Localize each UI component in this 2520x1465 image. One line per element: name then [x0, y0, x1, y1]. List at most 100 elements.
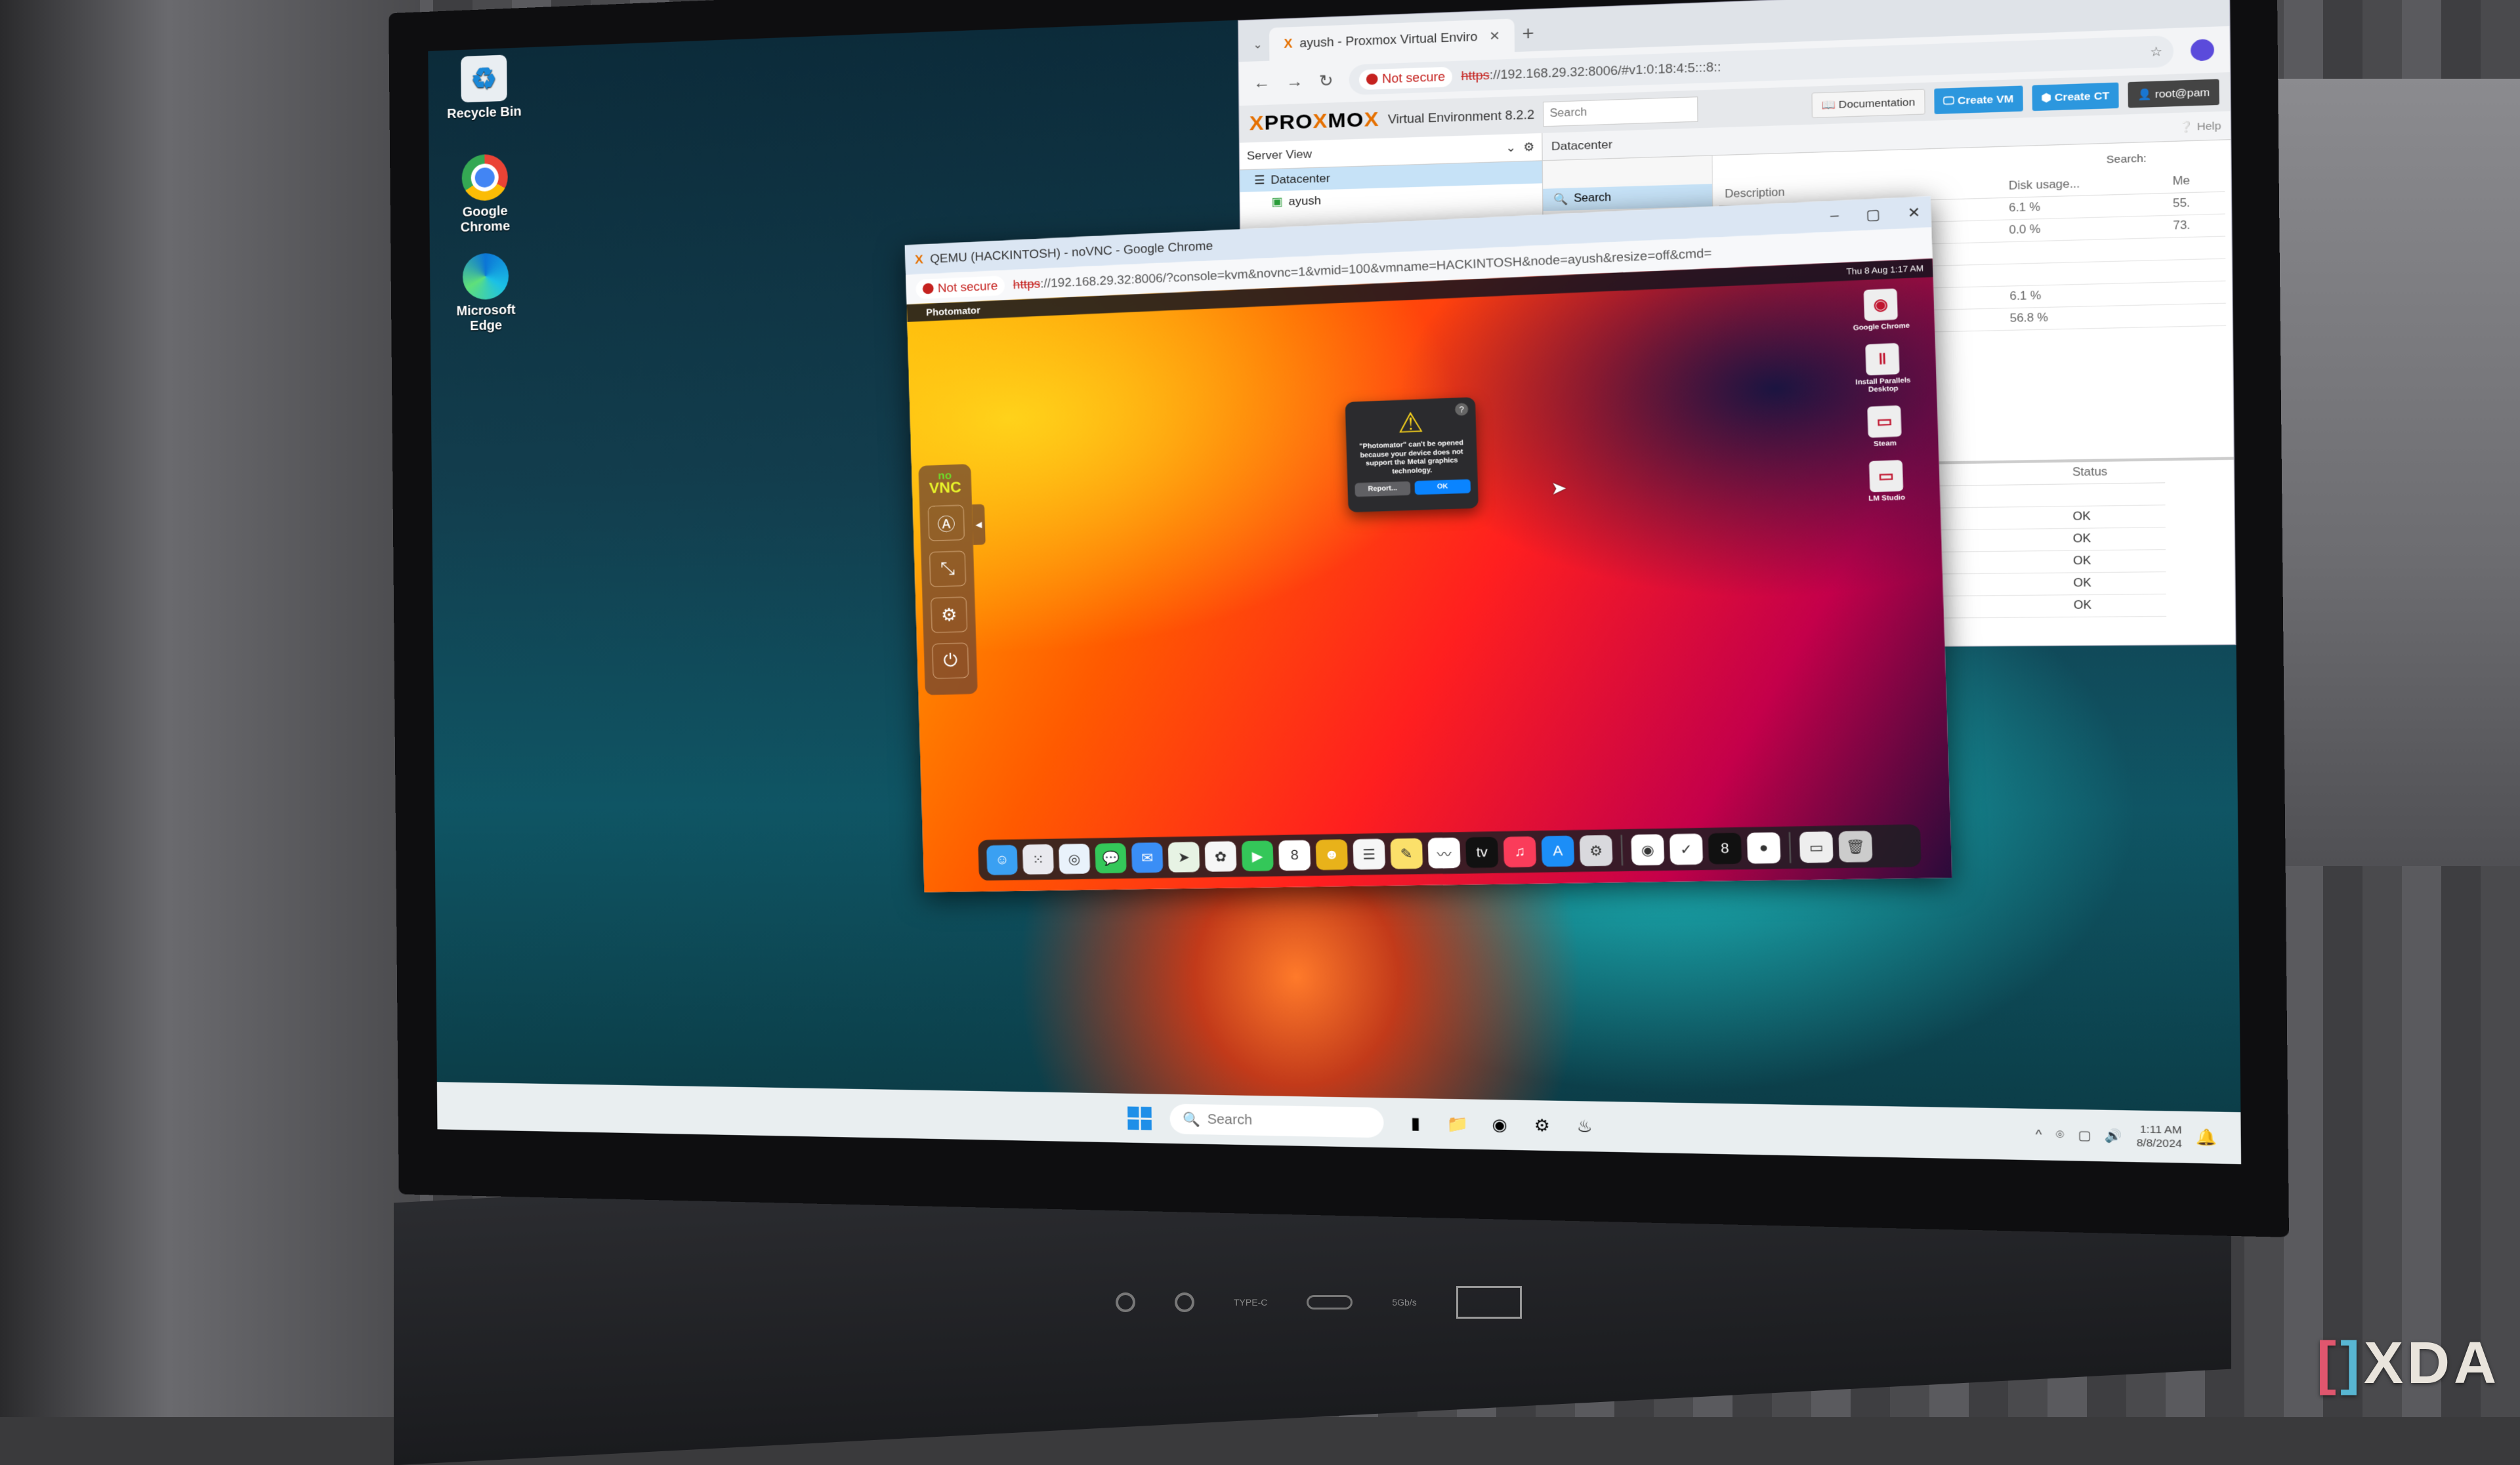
taskbar-file-explorer-icon[interactable]: 📁 [1444, 1111, 1471, 1137]
novnc-browser-window: X QEMU (HACKINTOSH) - noVNC - Google Chr… [905, 196, 1952, 892]
volume-icon[interactable]: 🔊 [2105, 1128, 2123, 1144]
taskbar-task-view-icon[interactable]: ▮ [1402, 1111, 1429, 1136]
show-hidden-icons-button[interactable]: ^ [2035, 1127, 2042, 1142]
mac-desktop-item[interactable]: ▭LM Studio [1848, 459, 1925, 504]
user-icon: 👤 [2137, 88, 2155, 102]
dock-system-settings-icon[interactable]: ⚙ [1580, 835, 1613, 867]
ok-button[interactable]: OK [1414, 479, 1471, 495]
back-icon[interactable]: ← [1253, 73, 1270, 93]
profile-avatar[interactable] [2191, 39, 2214, 61]
url-text: https://192.168.29.32:8006/#v1:0:18:4:5:… [1461, 60, 1721, 83]
tab-title: ayush - Proxmox Virtual Enviro [1299, 30, 1477, 51]
security-chip[interactable]: Not secure [915, 276, 1005, 299]
forward-icon[interactable]: → [1286, 72, 1303, 92]
usb-a-label: 5Gb/s [1392, 1297, 1416, 1308]
not-secure-icon [923, 283, 934, 294]
close-button[interactable]: ✕ [1907, 203, 1920, 222]
gear-icon[interactable]: ⚙ [1523, 140, 1534, 154]
mac-desktop-item[interactable]: ◉Google Chrome [1842, 287, 1919, 333]
maximize-button[interactable]: ▢ [1866, 205, 1881, 224]
taskbar-search[interactable]: 🔍 Search [1169, 1104, 1383, 1138]
bookmark-star-icon[interactable]: ☆ [2150, 44, 2162, 60]
help-button[interactable]: ❔ Help [2179, 119, 2221, 133]
dock-calendar-icon[interactable]: 8 [1278, 840, 1311, 871]
dock-downloads-icon[interactable]: ▭ [1799, 831, 1834, 863]
minimize-button[interactable]: – [1830, 207, 1839, 226]
taskbar-steam-icon[interactable]: ♨ [1571, 1113, 1598, 1139]
taskbar-settings-icon[interactable]: ⚙ [1528, 1113, 1555, 1138]
dock-messages-icon[interactable]: 💬 [1095, 843, 1126, 873]
close-tab-icon[interactable]: ✕ [1489, 28, 1500, 43]
xda-watermark: []XDA [2317, 1330, 2500, 1397]
dock-tasks-icon[interactable]: ✓ [1670, 833, 1703, 865]
power-icon: ⏻ [943, 650, 958, 672]
pve-search-input[interactable] [1543, 96, 1698, 127]
dock-notes-icon[interactable]: ✎ [1390, 838, 1423, 869]
vm-console-canvas[interactable]: Photomator Thu 8 Aug 1:17 AM noVNC Ⓐ ⤡ ⚙… [907, 258, 1952, 892]
dock-finder-icon[interactable]: ☺ [986, 845, 1018, 875]
fullscreen-button[interactable]: ⤡ [929, 551, 966, 587]
dock-facetime-icon[interactable]: ▶ [1242, 840, 1274, 871]
new-tab-button[interactable]: + [1522, 22, 1534, 52]
display-icon[interactable]: ▢ [2078, 1128, 2091, 1143]
mac-desktop-item[interactable]: ▭Steam [1846, 405, 1923, 449]
url-rest: ://192.168.29.32:8006/#v1:0:18:4:5:::8:: [1490, 60, 1721, 82]
dock-contacts-icon[interactable]: ☻ [1316, 839, 1348, 870]
power-button[interactable]: ⏻ [932, 643, 969, 679]
dock-apple-tv-icon[interactable]: tv [1465, 837, 1498, 868]
desktop-icon-edge[interactable]: Microsoft Edge [443, 252, 529, 335]
cell-mem [2168, 303, 2226, 327]
report-button[interactable]: Report... [1354, 482, 1410, 497]
network-icon[interactable]: ⌾ [2056, 1127, 2065, 1142]
view-selector-value: Server View [1247, 141, 1498, 163]
create-ct-button[interactable]: ⬢ Create CT [2032, 83, 2118, 112]
caret-left-icon: ◀ [975, 520, 982, 529]
system-tray: ^ ⌾ ▢ 🔊 1:11 AM 8/8/2024 🔔 [2035, 1121, 2217, 1152]
notification-bell-icon[interactable]: 🔔 [2196, 1128, 2217, 1147]
monitor: ♻ Recycle Bin Google Chrome Microsoft Ed… [388, 0, 2289, 1237]
dock-app-store-icon[interactable]: A [1542, 836, 1575, 867]
cell-mem [2168, 281, 2226, 304]
tab-search-button[interactable]: ⌄ [1253, 37, 1263, 61]
dock-freeform-icon[interactable]: 〰 [1428, 838, 1461, 869]
column-header[interactable]: Status [2066, 461, 2165, 484]
nav-item-search[interactable]: 🔍 Search [1543, 184, 1712, 211]
mac-desktop-item-label: Steam [1847, 439, 1923, 449]
control-bar-handle[interactable]: ◀ [972, 504, 986, 545]
dock-calendar-2-icon[interactable]: 8 [1708, 833, 1742, 865]
monitor-io-ports: TYPE-C 5Gb/s [1116, 1286, 1522, 1319]
column-header[interactable]: Me [2166, 170, 2225, 194]
desktop-icon-chrome[interactable]: Google Chrome [442, 153, 528, 236]
dock-reminders-icon[interactable]: ☰ [1353, 838, 1385, 869]
create-vm-button[interactable]: 🖵 Create VM [1934, 86, 2023, 115]
extra-keys-button[interactable]: Ⓐ [928, 505, 965, 541]
active-app-name[interactable]: Photomator [926, 304, 980, 318]
desktop-icon-recycle-bin[interactable]: ♻ Recycle Bin [441, 54, 527, 122]
dock-mail-icon[interactable]: ✉ [1131, 842, 1164, 873]
dock-maps-icon[interactable]: ➤ [1168, 842, 1200, 873]
dock-safari-icon[interactable]: ◎ [1059, 844, 1090, 874]
drive-icon: ‖ [1865, 343, 1899, 375]
taskbar-chrome-icon[interactable]: ◉ [1486, 1112, 1513, 1138]
dock-trash-icon[interactable]: 🗑 [1838, 831, 1872, 862]
dock-launchpad-icon[interactable]: ⁙ [1022, 844, 1054, 875]
mac-alert-dialog: ? ⚠ "Photomator" can't be opened because… [1345, 397, 1479, 512]
audio-jack [1116, 1292, 1135, 1312]
settings-button[interactable]: ⚙ [931, 597, 967, 633]
security-chip[interactable]: Not secure [1359, 66, 1452, 90]
clock[interactable]: 1:11 AM 8/8/2024 [2136, 1123, 2182, 1151]
product-version: Virtual Environment 8.2.2 [1388, 108, 1534, 127]
reload-icon[interactable]: ↻ [1319, 71, 1334, 91]
usb-a-port [1456, 1286, 1522, 1319]
cell-status: OK [2067, 594, 2166, 617]
dock-music-icon[interactable]: ♫ [1503, 836, 1536, 867]
windows-desktop: ♻ Recycle Bin Google Chrome Microsoft Ed… [428, 0, 2241, 1164]
dock-photomator-icon[interactable]: ● [1747, 833, 1781, 864]
documentation-button[interactable]: 📖 Documentation [1811, 89, 1925, 119]
dock-photos-icon[interactable]: ✿ [1205, 841, 1237, 872]
dock-chrome-icon[interactable]: ◉ [1631, 834, 1664, 865]
mac-clock[interactable]: Thu 8 Aug 1:17 AM [1846, 263, 1923, 276]
user-menu-button[interactable]: 👤 root@pam [2128, 79, 2219, 108]
mac-desktop-item[interactable]: ‖Install Parallels Desktop [1844, 342, 1922, 395]
start-button[interactable] [1127, 1107, 1152, 1130]
